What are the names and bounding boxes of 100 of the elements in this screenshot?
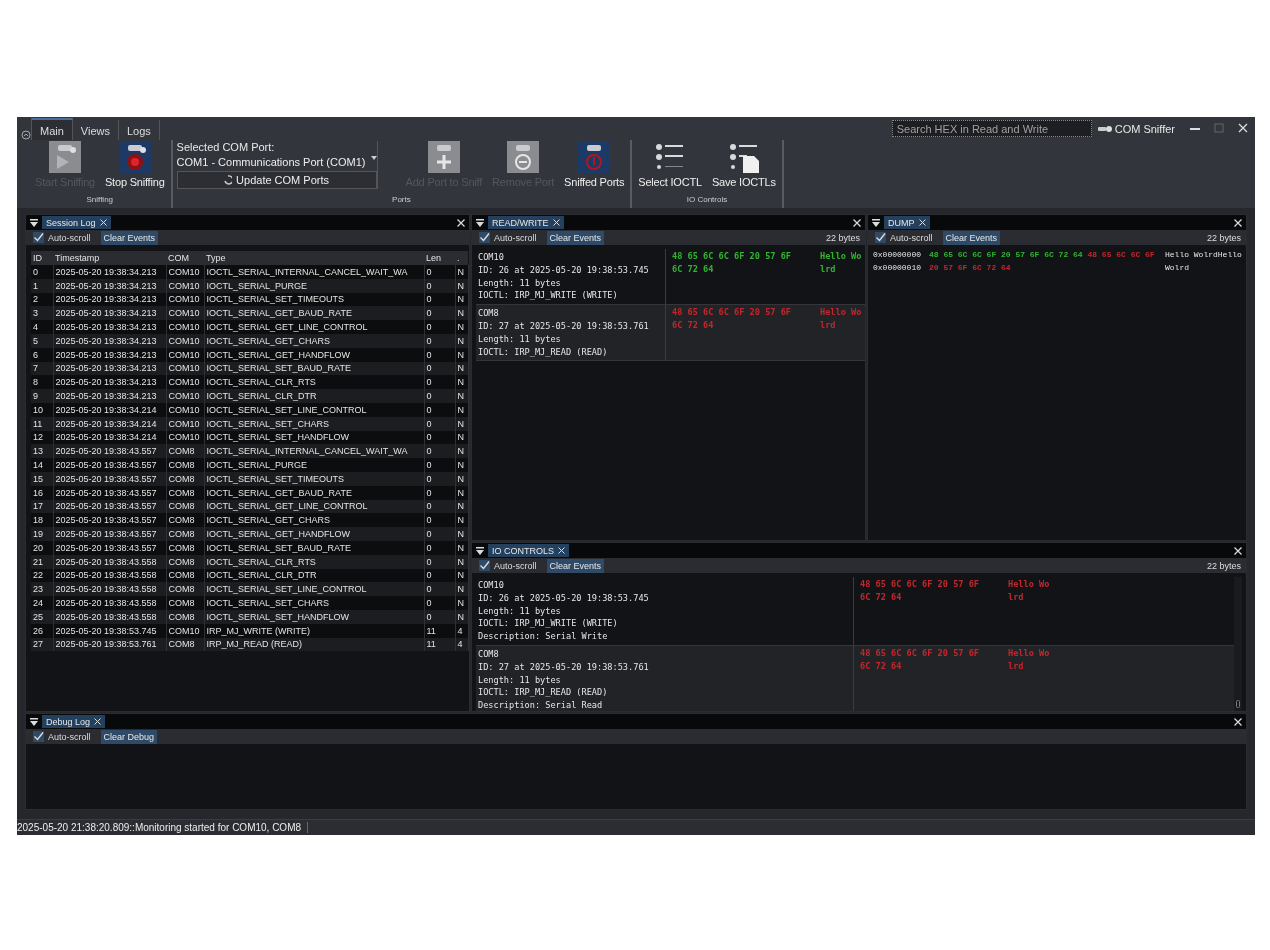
panel-menu-icon [30,717,38,726]
table-cell: COM10 [166,320,204,334]
add-icon [427,141,460,173]
entry-line: COM10 [478,251,505,264]
table-cell: 2025-05-20 19:38:34.213 [53,306,166,321]
entry-line: Description: Serial Read [478,699,604,711]
maximize-icon [1214,123,1224,133]
auto-scroll-checkbox[interactable]: Auto-scroll [477,232,539,243]
byte-count: 22 bytes [825,232,860,243]
table-cell: N [455,306,468,321]
ribbon-tab[interactable]: Logs [119,120,160,140]
ribbon-button[interactable]: Sniffed Ports [562,141,627,188]
panel-tab[interactable]: Session Log [42,216,111,229]
hex-bytes: 48 65 6C 6C 6F 20 57 6F [672,250,792,263]
table-cell: 2025-05-20 19:38:34.213 [53,375,166,390]
table-cell: 2025-05-20 19:38:43.557 [53,458,166,472]
table-cell: 0 [424,582,455,597]
table-cell: COM8 [166,596,204,610]
status-text: 2025-05-20 21:38:20.809::Monitoring started for COM10, COM8 [17,822,309,833]
table-cell: COM8 [166,458,204,472]
table-cell: IOCTL_SERIAL_INTERNAL_CANCEL_WAIT_WA [204,444,424,459]
close-icon [552,219,560,226]
panel-tab[interactable]: IO CONTROLS [488,544,569,557]
group-label: Ports [391,195,412,206]
close-icon [558,547,565,554]
table-cell: 0 [424,320,455,334]
ascii-text: Hello Wo [820,306,862,319]
table-cell: 24 [31,596,53,610]
column-header[interactable]: Timestamp [53,251,166,265]
panel-menu-icon [476,218,484,227]
ascii-text: Hello Wo [820,250,862,263]
clear-button[interactable]: Clear Events [546,230,605,245]
ribbon-button[interactable]: Save IOCTLs [709,141,778,188]
table-cell: IOCTL_SERIAL_GET_LINE_CONTROL [204,320,424,334]
table-cell: 0 [424,527,455,541]
column-header[interactable]: Len [424,251,455,265]
update-ports-button[interactable]: Update COM Ports [176,171,377,189]
entry-line: Length: 11 bytes [478,332,562,346]
field-label: Selected COM Port: [176,141,276,153]
auto-scroll-checkbox[interactable]: Auto-scroll [477,560,539,571]
close-icon [457,218,465,227]
hex-bytes: 48 65 6C 6C 6F 20 57 6F [672,306,792,319]
hex-bytes: 48 65 6C 6C 6F 20 57 6F 6C 72 64 [929,249,1083,261]
port-icon [578,141,611,173]
table-cell: N [455,334,468,348]
ascii-text: lrd [1008,659,1025,673]
panel-tab[interactable]: READ/WRITE [488,216,564,229]
panel-tab[interactable]: DUMP [884,216,930,229]
auto-scroll-checkbox[interactable]: Auto-scroll [873,232,935,243]
panel-close-button[interactable] [1234,717,1242,726]
table-cell: 0 [31,265,53,279]
column-header[interactable]: Type [204,251,424,265]
panel-menu-icon [30,218,38,227]
table-cell: N [455,485,468,500]
byte-count: 22 bytes [1206,560,1241,571]
column-header[interactable]: . [455,251,468,265]
search-field[interactable]: Search HEX in Read and Write [891,120,1092,137]
window-title: COM Sniffer [1114,123,1175,135]
entry-line: IOCTL: IRP_MJ_READ (READ) [478,686,609,700]
table-cell: 14 [31,458,53,472]
table-cell: N [455,458,468,472]
close-icon [1234,717,1242,726]
column-header[interactable]: COM [166,251,204,265]
ribbon-button[interactable]: Stop Sniffing [103,141,167,188]
table-cell: 13 [31,444,53,459]
ascii-text: Hello Wo [1008,647,1050,660]
table-cell: IOCTL_SERIAL_GET_CHARS [204,513,424,528]
clear-button[interactable]: Clear Events [942,230,1001,245]
auto-scroll-checkbox[interactable]: Auto-scroll [31,232,93,243]
entry-line: COM8 [478,307,500,320]
table-cell: IOCTL_SERIAL_PURGE [204,458,424,472]
plug-icon [1097,125,1112,133]
stop-icon [118,141,151,173]
entry-line: Length: 11 bytes [478,604,562,618]
scrollbar[interactable] [1234,577,1242,711]
panel-close-button[interactable] [457,218,465,227]
panel-menu-icon [872,218,880,227]
panel-close-button[interactable] [1234,218,1242,227]
table-cell: 8 [31,375,53,390]
close-icon [94,718,102,725]
panel-tab[interactable]: Debug Log [42,715,106,728]
panel-close-button[interactable] [1234,546,1242,555]
table-cell: N [455,389,468,403]
table-cell: COM8 [166,444,204,459]
save-icon [727,141,760,173]
table-cell: COM8 [166,527,204,541]
table-cell: N [455,527,468,541]
column-header[interactable]: ID [31,251,53,265]
clear-button[interactable]: Clear Events [100,230,159,245]
table-cell: 2025-05-20 19:38:43.557 [53,444,166,459]
ribbon-tab[interactable]: Views [72,120,119,140]
clear-button[interactable]: Clear Events [546,558,605,573]
auto-scroll-checkbox[interactable]: Auto-scroll [31,731,93,742]
port-dropdown[interactable]: COM1 - Communications Port (COM1) [176,154,377,170]
clear-button[interactable]: Clear Debug [100,729,158,744]
panel-close-button[interactable] [853,218,861,227]
ribbon-button[interactable]: Select IOCTL [636,141,704,188]
hex-bytes: 48 65 6C 6C 6F 20 57 6F [860,578,980,591]
table-cell: IOCTL_SERIAL_INTERNAL_CANCEL_WAIT_WA [204,265,424,279]
ribbon-tab[interactable]: Main [31,118,73,140]
